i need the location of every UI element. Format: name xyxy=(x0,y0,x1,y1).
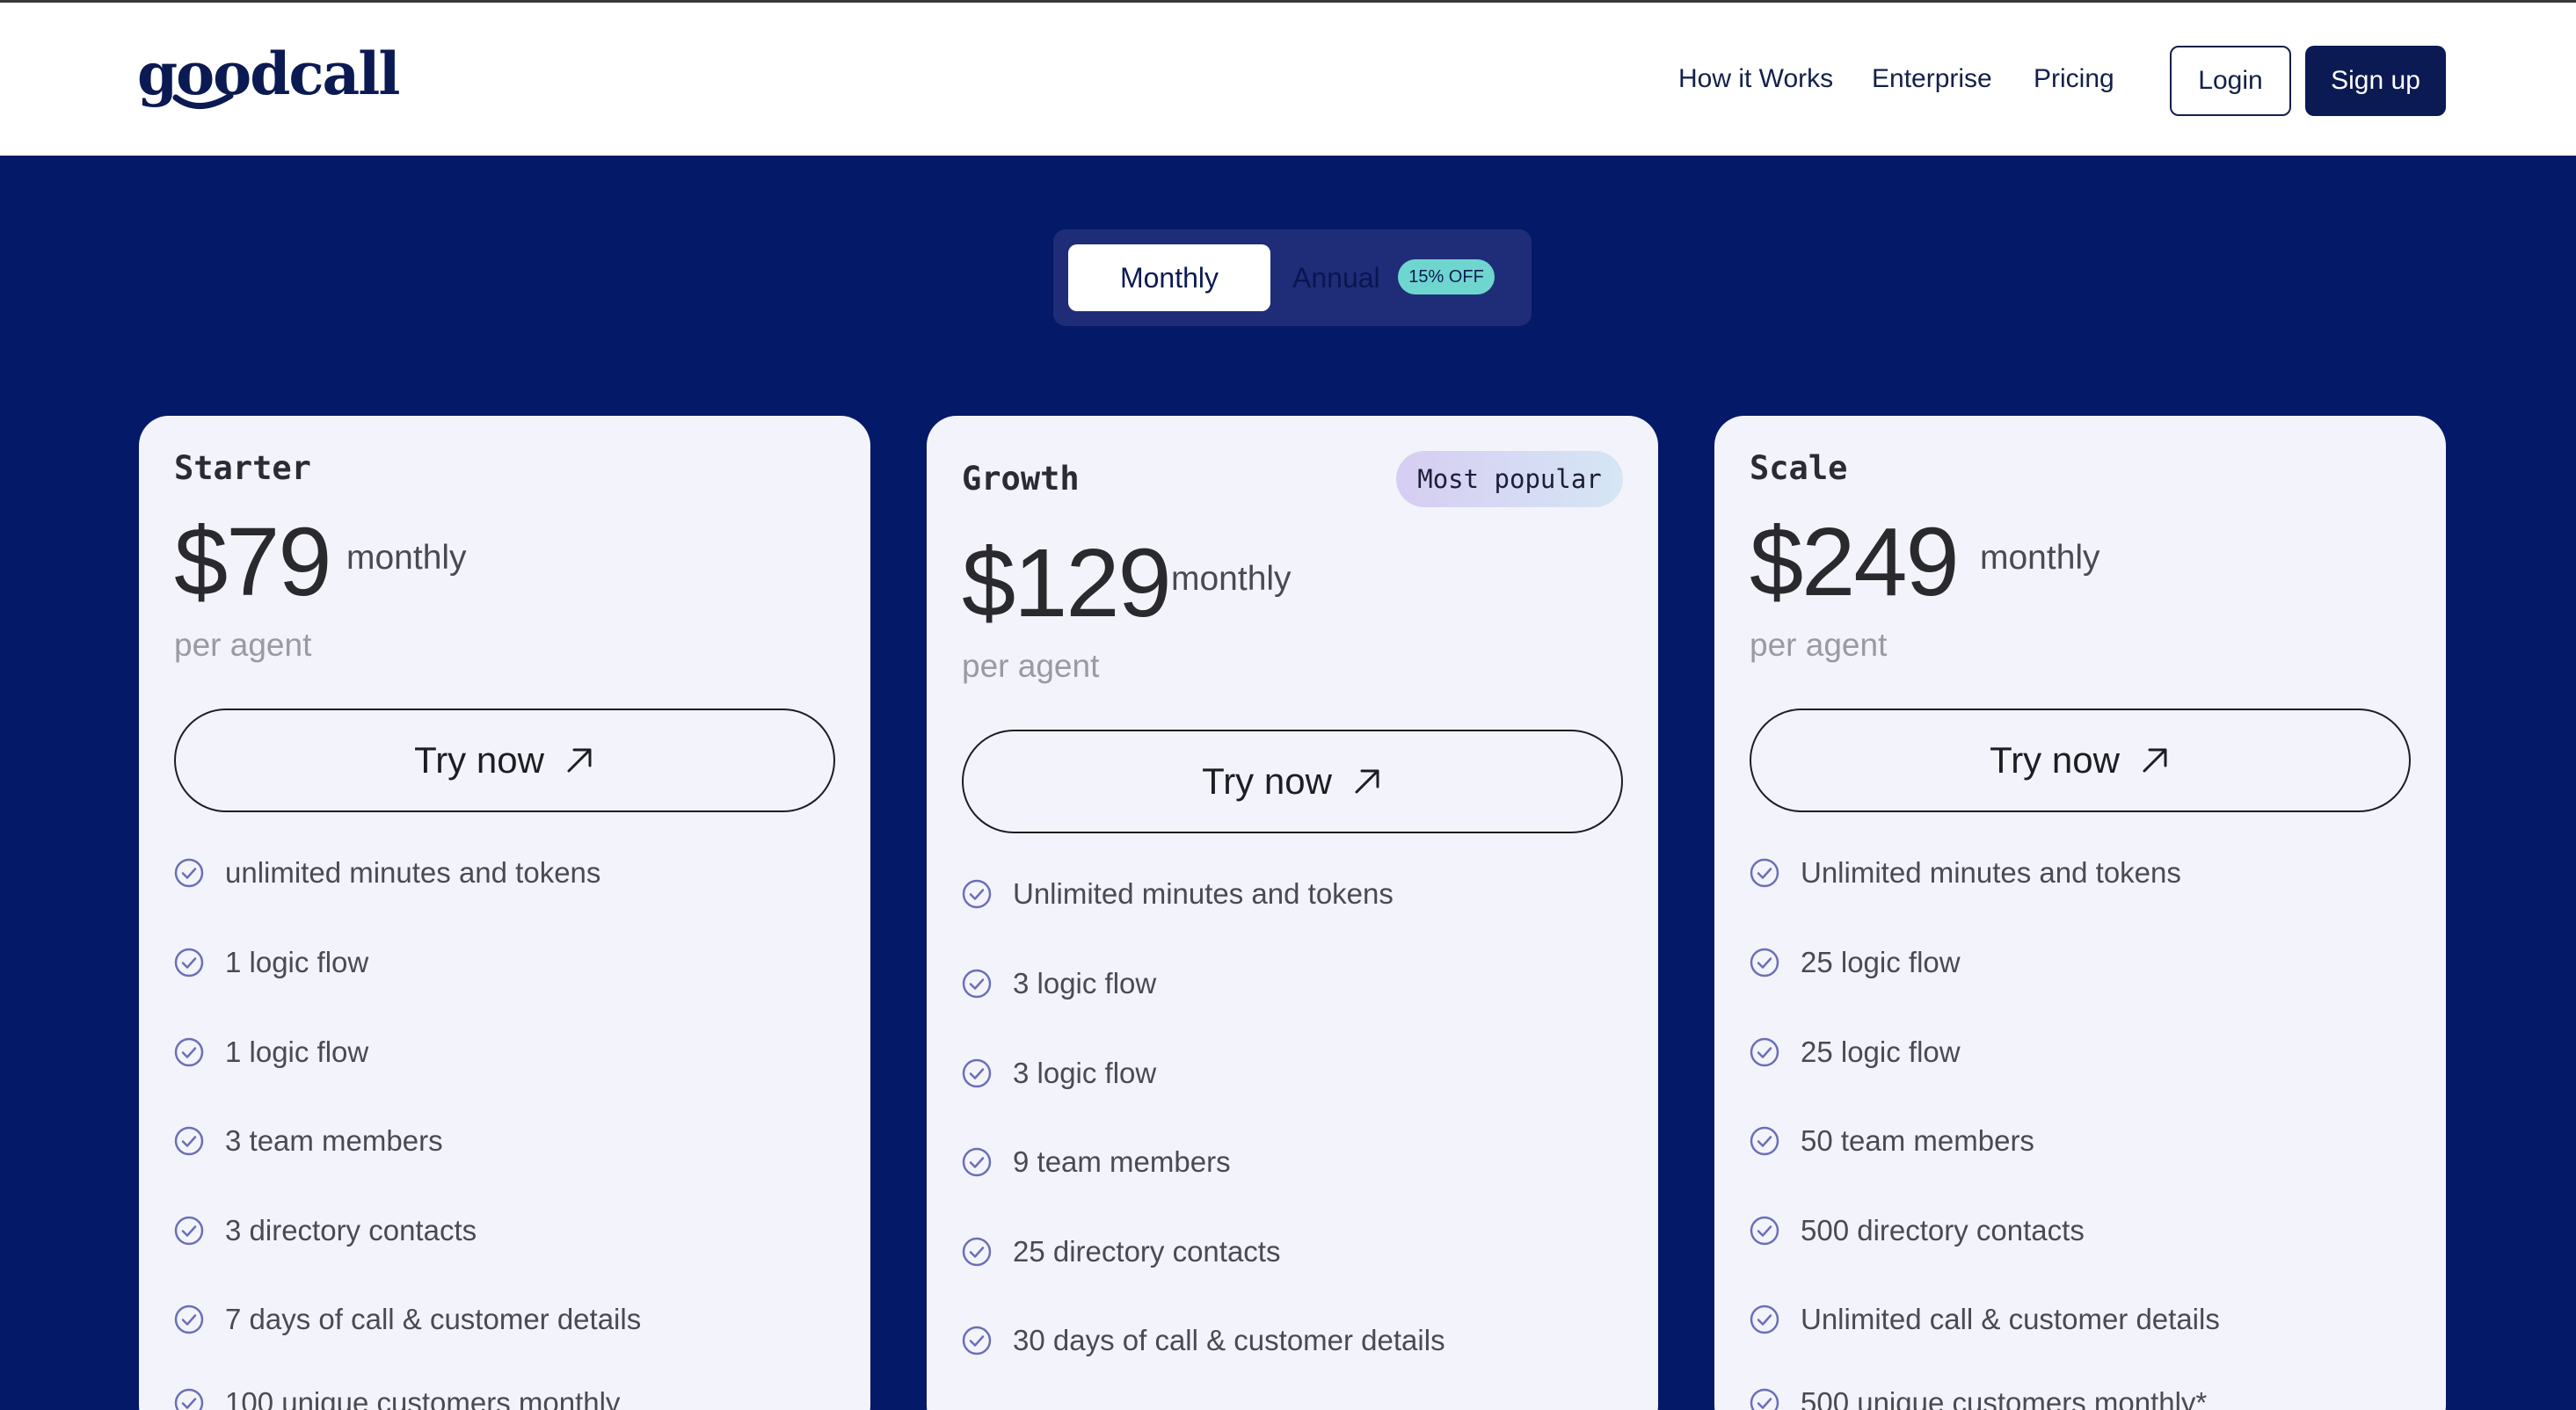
feature-text: Unlimited minutes and tokens xyxy=(1801,856,2181,889)
feature-item: 25 logic flow xyxy=(1750,943,1961,982)
feature-item: Unlimited call & customer details xyxy=(1750,1300,2220,1339)
feature-text: 3 directory contacts xyxy=(225,1214,477,1246)
feature-item: 1 logic flow xyxy=(174,1033,368,1072)
arrow-up-right-icon xyxy=(567,748,592,773)
feature-item: 30 days of call & customer details xyxy=(962,1321,1445,1360)
feature-item: 25 logic flow xyxy=(1750,1033,1961,1072)
check-circle-icon xyxy=(1750,1216,1779,1246)
feature-item: Unlimited minutes and tokens xyxy=(1750,854,2181,892)
check-circle-icon xyxy=(1750,1126,1779,1156)
check-circle-icon xyxy=(1750,1305,1779,1334)
check-circle-icon xyxy=(174,1305,204,1334)
try-now-label: Try now xyxy=(414,739,544,781)
logo-swoosh-icon xyxy=(172,92,234,109)
check-circle-icon xyxy=(174,1126,204,1156)
feature-item: 1 logic flow xyxy=(174,943,368,982)
feature-item: 500 unique customers monthly* xyxy=(1750,1384,2207,1410)
check-circle-icon xyxy=(174,1037,204,1067)
annual-toggle-button[interactable]: Annual xyxy=(1292,244,1380,311)
check-circle-icon xyxy=(174,858,204,888)
nav-how-it-works[interactable]: How it Works xyxy=(1678,64,1833,94)
arrow-up-right-icon xyxy=(2143,748,2167,773)
plan-unit: per agent xyxy=(962,648,1100,684)
feature-text: Unlimited call & customer details xyxy=(1801,1303,2220,1335)
feature-item: 25 directory contacts xyxy=(962,1232,1280,1271)
plan-price: $129 xyxy=(962,529,1172,637)
feature-item: 3 logic flow xyxy=(962,1054,1156,1093)
check-circle-icon xyxy=(962,1326,992,1355)
plan-name: Starter xyxy=(174,449,311,487)
try-now-button[interactable]: Try now xyxy=(1750,709,2411,812)
try-now-button[interactable]: Try now xyxy=(174,709,835,812)
check-circle-icon xyxy=(174,1388,204,1410)
discount-badge: 15% OFF xyxy=(1398,259,1495,294)
feature-text: 1 logic flow xyxy=(225,1036,369,1068)
plan-card-starter: Starter $79 monthly per agent Try now un… xyxy=(139,416,870,1410)
plan-name: Scale xyxy=(1750,449,1848,487)
feature-item: 100 unique customers monthly xyxy=(174,1384,620,1410)
try-now-label: Try now xyxy=(1202,760,1332,802)
feature-text: 25 logic flow xyxy=(1801,946,1961,978)
check-circle-icon xyxy=(174,948,204,978)
check-circle-icon xyxy=(962,879,992,909)
feature-text: 7 days of call & customer details xyxy=(225,1303,642,1335)
arrow-up-right-icon xyxy=(1355,769,1379,794)
nav-enterprise[interactable]: Enterprise xyxy=(1872,64,1992,94)
site-header: goodcall How it Works Enterprise Pricing… xyxy=(0,3,2576,156)
plan-price: $79 xyxy=(174,508,332,616)
feature-text: 9 team members xyxy=(1013,1145,1231,1178)
plan-unit: per agent xyxy=(1750,627,1888,663)
feature-item: 50 team members xyxy=(1750,1122,2034,1160)
feature-text: 25 logic flow xyxy=(1801,1036,1961,1068)
feature-item: 9 team members xyxy=(962,1143,1231,1181)
feature-item: 7 days of call & customer details xyxy=(174,1300,641,1339)
feature-text: 500 directory contacts xyxy=(1801,1214,2085,1246)
feature-text: 500 unique customers monthly* xyxy=(1801,1386,2208,1410)
feature-text: 1 logic flow xyxy=(225,946,369,978)
feature-item: unlimited minutes and tokens xyxy=(174,854,600,892)
check-circle-icon xyxy=(174,1216,204,1246)
plan-price: $249 xyxy=(1750,508,1960,616)
feature-text: 50 team members xyxy=(1801,1124,2034,1157)
billing-toggle: Monthly Annual 15% OFF xyxy=(1053,229,1532,326)
check-circle-icon xyxy=(1750,948,1779,978)
try-now-label: Try now xyxy=(1990,739,2120,781)
check-circle-icon xyxy=(1750,1388,1779,1410)
plan-name: Growth xyxy=(962,460,1080,498)
feature-item: 3 team members xyxy=(174,1122,443,1160)
plan-card-scale: Scale $249 monthly per agent Try now Unl… xyxy=(1714,416,2446,1410)
login-button[interactable]: Login xyxy=(2170,46,2291,116)
feature-item: Unlimited minutes and tokens xyxy=(962,875,1394,913)
feature-text: 3 logic flow xyxy=(1013,1057,1157,1089)
feature-text: 100 unique customers monthly xyxy=(225,1386,621,1410)
feature-text: Unlimited minutes and tokens xyxy=(1013,877,1394,910)
feature-text: 25 directory contacts xyxy=(1013,1235,1281,1268)
monthly-toggle-button[interactable]: Monthly xyxy=(1068,244,1270,311)
plan-card-growth: Growth Most popular $129 monthly per age… xyxy=(927,416,1658,1410)
plan-unit: per agent xyxy=(174,627,312,663)
plan-period: monthly xyxy=(1171,560,1292,598)
check-circle-icon xyxy=(962,969,992,999)
plan-period: monthly xyxy=(346,539,467,577)
feature-text: 30 days of call & customer details xyxy=(1013,1324,1445,1356)
feature-item: 3 directory contacts xyxy=(174,1211,477,1250)
feature-item: 500 directory contacts xyxy=(1750,1211,2085,1250)
feature-text: unlimited minutes and tokens xyxy=(225,856,601,889)
signup-button[interactable]: Sign up xyxy=(2305,46,2446,116)
nav-pricing[interactable]: Pricing xyxy=(2034,64,2114,94)
try-now-button[interactable]: Try now xyxy=(962,730,1623,833)
most-popular-badge: Most popular xyxy=(1396,451,1623,507)
check-circle-icon xyxy=(1750,1037,1779,1067)
check-circle-icon xyxy=(1750,858,1779,888)
feature-item: 3 logic flow xyxy=(962,964,1156,1003)
feature-text: 3 logic flow xyxy=(1013,967,1157,999)
plan-period: monthly xyxy=(1980,539,2100,577)
check-circle-icon xyxy=(962,1147,992,1177)
check-circle-icon xyxy=(962,1237,992,1267)
check-circle-icon xyxy=(962,1058,992,1088)
feature-text: 3 team members xyxy=(225,1124,443,1157)
